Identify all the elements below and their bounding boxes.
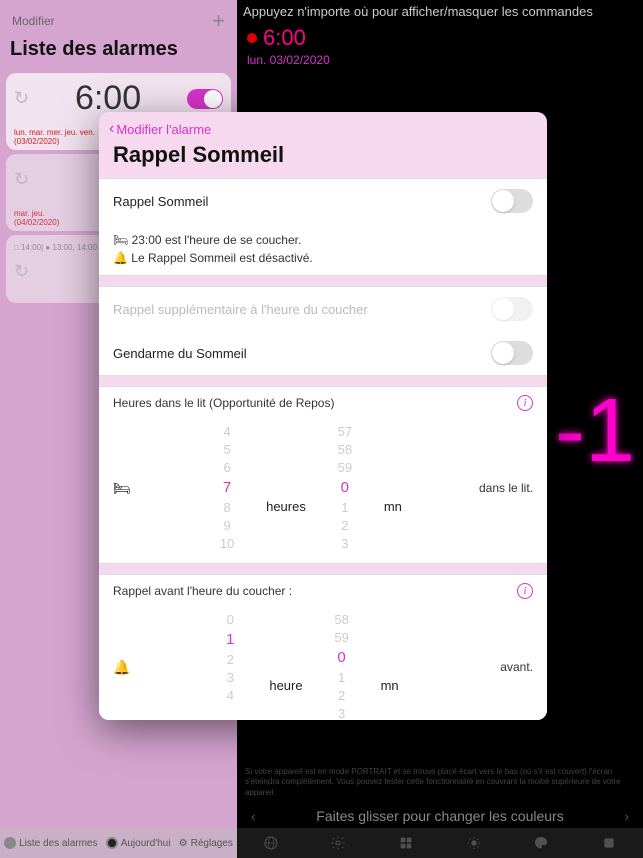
brightness-icon[interactable] xyxy=(466,835,482,851)
date-display: lun. 03/02/2020 xyxy=(237,53,643,67)
add-alarm-button[interactable]: + xyxy=(212,8,225,34)
swipe-hint: ‹ Faites glisser pour changer les couleu… xyxy=(237,808,643,824)
sleep-reminder-row: Rappel Sommeil xyxy=(99,179,547,223)
globe-icon[interactable] xyxy=(263,835,279,851)
alarm-toggle[interactable] xyxy=(187,89,223,109)
chevron-left-icon: ‹ xyxy=(251,808,256,824)
bell-icon: 🔔 xyxy=(113,659,133,676)
info-icon[interactable]: i xyxy=(517,395,533,411)
edit-alarm-modal: ‹ Modifier l'alarme Rappel Sommeil Rappe… xyxy=(99,112,547,720)
gear-icon: ⚙ xyxy=(179,838,188,849)
page-title: Liste des alarmes xyxy=(0,38,237,69)
tab-alarm-list[interactable]: Liste des alarmes xyxy=(4,837,97,849)
bed-icon: 🛏 xyxy=(113,480,133,497)
sleep-reminder-toggle[interactable] xyxy=(491,189,533,213)
extra-reminder-row: Rappel supplémentaire à l'heure du couch… xyxy=(99,287,547,331)
repeat-icon: ↻ xyxy=(14,169,29,190)
grid-icon[interactable] xyxy=(398,835,414,851)
repeat-icon: ↻ xyxy=(14,261,29,282)
info-icon[interactable]: i xyxy=(517,583,533,599)
hours-unit-label: heure xyxy=(269,642,302,693)
edit-button[interactable]: Modifier xyxy=(12,14,55,28)
sleep-info-text: 🛏 23:00 est l'heure de se coucher. 🔔 Le … xyxy=(99,223,547,275)
color-icon[interactable] xyxy=(533,835,549,851)
hours-in-bed-header: Heures dans le lit (Opportunité de Repos… xyxy=(99,387,547,419)
back-button[interactable]: ‹ Modifier l'alarme xyxy=(99,112,547,140)
modal-title: Rappel Sommeil xyxy=(99,140,547,178)
minutes-unit-label: mn xyxy=(381,642,399,693)
chevron-left-icon: ‹ xyxy=(109,120,114,138)
record-icon xyxy=(247,33,257,43)
minutes-unit-label: mn xyxy=(384,463,402,514)
sleep-gendarme-row: Gendarme du Sommeil xyxy=(99,331,547,375)
hours-in-bed-picker[interactable]: 🛏 4 5 6 7 8 9 10 heures 57 58 59 0 1 xyxy=(99,419,547,563)
tab-today[interactable]: Aujourd'hui xyxy=(106,837,171,849)
gear-icon[interactable] xyxy=(330,835,346,851)
right-tabbar xyxy=(237,828,643,858)
reminder-before-header: Rappel avant l'heure du coucher : i xyxy=(99,575,547,607)
minutes-wheel[interactable]: 58 59 0 1 2 3 xyxy=(307,611,377,720)
minutes-wheel[interactable]: 57 58 59 0 1 2 3 xyxy=(310,423,380,553)
picker-suffix: avant. xyxy=(465,660,533,674)
repeat-icon: ↻ xyxy=(14,88,29,109)
clock-display: 6:00 xyxy=(237,23,643,53)
countdown-display: -1 xyxy=(555,380,635,483)
sleep-gendarme-toggle[interactable] xyxy=(491,341,533,365)
stop-icon[interactable] xyxy=(601,835,617,851)
portrait-hint: Si votre appareil est en mode PORTRAIT e… xyxy=(245,767,635,798)
hint-text: Appuyez n'importe où pour afficher/masqu… xyxy=(237,0,643,23)
hours-wheel[interactable]: 0 1 2 3 4 xyxy=(195,611,265,705)
hours-wheel[interactable]: 4 5 6 7 8 9 10 xyxy=(192,423,262,553)
picker-suffix: dans le lit. xyxy=(465,481,533,495)
chevron-right-icon: › xyxy=(624,808,629,824)
left-header: Modifier + xyxy=(0,0,237,38)
reminder-before-picker[interactable]: 🔔 0 1 2 3 4 heure 58 59 0 1 xyxy=(99,607,547,720)
tab-settings[interactable]: ⚙Réglages xyxy=(179,838,233,849)
extra-reminder-toggle xyxy=(491,297,533,321)
left-tabbar: Liste des alarmes Aujourd'hui ⚙Réglages xyxy=(0,828,237,858)
hours-unit-label: heures xyxy=(266,463,306,514)
